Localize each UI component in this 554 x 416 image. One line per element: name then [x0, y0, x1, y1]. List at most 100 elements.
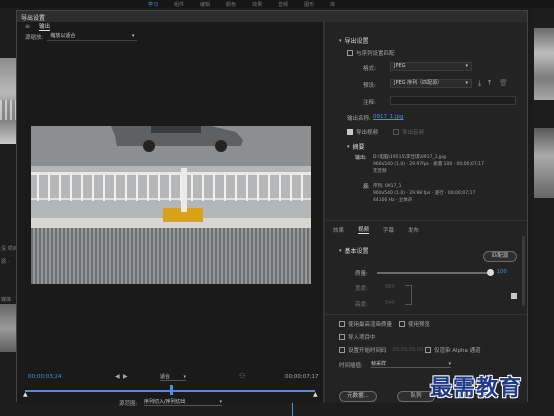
- tab-captions[interactable]: 字幕: [383, 226, 394, 234]
- match-sequence-checkbox[interactable]: [347, 50, 353, 56]
- tab-output[interactable]: 输出: [39, 22, 51, 31]
- preview-fence-bars: [31, 175, 311, 201]
- basic-settings-header[interactable]: ▾ 基本设置: [339, 246, 369, 256]
- preview-grate-lines: [31, 228, 311, 284]
- start-timecode-row[interactable]: 设置开始时间码 00;00;00;00: [339, 346, 423, 354]
- settings-scrollbar[interactable]: [522, 236, 525, 306]
- workspace-tab[interactable]: 图形: [304, 1, 314, 8]
- height-value[interactable]: 540: [385, 300, 395, 306]
- metadata-button[interactable]: 元数据...: [339, 391, 377, 402]
- summary-output-line: D:\电脑\19515\李佳琪\0917_1.jpg: [373, 155, 446, 160]
- width-value[interactable]: 960: [385, 284, 395, 290]
- tab-effects[interactable]: 效果: [333, 226, 344, 234]
- output-name-label: 输出名称:: [347, 116, 371, 122]
- aspect-ratio-icon[interactable]: ⚇: [239, 372, 245, 380]
- import-preset-icon[interactable]: ⤒: [488, 79, 491, 88]
- format-label: 格式:: [363, 66, 376, 72]
- timecode-current[interactable]: 00;00;03;24: [28, 374, 62, 380]
- output-name-link[interactable]: 0917_1.jpg: [373, 114, 404, 120]
- size-checkbox[interactable]: [511, 293, 517, 299]
- bg-left-label: 源 ·: [1, 259, 10, 265]
- workspace-tab[interactable]: 颜色: [226, 1, 236, 8]
- match-sequence-row[interactable]: 与序列设置匹配: [347, 49, 395, 57]
- import-project-row[interactable]: 导入项目中: [339, 333, 376, 341]
- time-interp-label: 时间插值:: [339, 363, 363, 369]
- chevron-down-icon: ▾: [219, 398, 222, 405]
- match-source-button[interactable]: 匹配源: [483, 251, 517, 262]
- format-select[interactable]: JPEG ▾: [390, 62, 472, 71]
- source-range-label: 源范围:: [119, 401, 138, 407]
- import-project-checkbox[interactable]: [339, 334, 345, 340]
- export-settings-title: 导出设置: [344, 38, 369, 45]
- summary-output-label: 输出:: [355, 155, 367, 161]
- delete-preset-icon[interactable]: 🗑: [499, 79, 508, 87]
- alpha-only-checkbox[interactable]: [425, 347, 431, 353]
- chevron-down-icon: ▾: [448, 360, 451, 367]
- preview-panel: ≡ 输出 源缩放: 缩放以适合 ▾ 00;00;03;24 ◀ ▶ 适合 ▾ ⚇…: [17, 22, 323, 407]
- tab-video[interactable]: 视频: [358, 225, 370, 234]
- preset-select[interactable]: JPEG 序列（匹配源） ▾: [390, 79, 472, 88]
- start-timecode-value[interactable]: 00;00;00;00: [393, 347, 424, 353]
- workspace-tab[interactable]: 组件: [174, 1, 184, 8]
- quality-slider-track[interactable]: [377, 272, 489, 274]
- workspace-tab[interactable]: 效果: [252, 1, 262, 8]
- export-video-row[interactable]: 导出视频: [347, 128, 378, 136]
- mark-in-icon[interactable]: ◀: [115, 373, 120, 380]
- start-timecode-checkbox[interactable]: [339, 347, 345, 353]
- max-render-checkbox[interactable]: [339, 321, 345, 327]
- export-settings-header[interactable]: ▾ 导出设置: [339, 36, 369, 46]
- dialog-title-bar[interactable]: 导出设置: [17, 11, 527, 22]
- bg-right-thumbnail-2: [534, 128, 554, 198]
- height-label: 高度:: [355, 302, 368, 308]
- bg-right-thumbnail: [534, 28, 554, 100]
- summary-output-line: 960x540 (1.0) · 29.97fps · 质量 100 · 00;0…: [373, 162, 484, 167]
- workspace-tab[interactable]: 学习: [148, 1, 158, 8]
- use-preview-row[interactable]: 使用预览: [399, 320, 430, 328]
- max-render-label: 使用最高渲染质量: [348, 322, 393, 328]
- match-sequence-label: 与序列设置匹配: [356, 51, 395, 57]
- range-end-handle[interactable]: ▲: [313, 391, 318, 398]
- summary-source-line: 960x540 (1.0) · 29.98 fps · 逐行 · 00;00;0…: [373, 191, 476, 196]
- mark-out-icon[interactable]: ▶: [123, 373, 128, 380]
- watermark-logo: 最需教育: [430, 375, 523, 401]
- time-interp-select[interactable]: 帧采样 ▾: [371, 360, 451, 368]
- tab-menu-icon[interactable]: ≡: [25, 23, 30, 30]
- comment-input[interactable]: [390, 96, 516, 105]
- settings-tabs: 效果 视频 字幕 发布: [333, 225, 419, 234]
- quality-label: 质量:: [355, 271, 368, 277]
- quality-slider-thumb[interactable]: [487, 269, 494, 276]
- dialog-title: 导出设置: [21, 15, 46, 22]
- fit-value: 适合: [160, 374, 171, 380]
- comment-label: 注释:: [363, 100, 376, 106]
- chevron-down-icon: ▾: [465, 80, 468, 86]
- chevron-down-icon: ▾: [347, 143, 350, 150]
- export-audio-label: 导出音频: [402, 130, 425, 136]
- format-value: JPEG: [394, 63, 406, 69]
- quality-value[interactable]: 100: [497, 269, 507, 275]
- source-range-select[interactable]: 序列切入/序列切出 ▾: [144, 398, 222, 406]
- app-topbar: 学习 组件 编辑 颜色 效果 音频 图形 库: [0, 0, 554, 8]
- timeline-playhead[interactable]: [170, 385, 173, 395]
- export-audio-row[interactable]: 导出音频: [393, 128, 424, 136]
- workspace-tab[interactable]: 库: [330, 1, 335, 8]
- save-preset-icon[interactable]: ⤓: [478, 79, 481, 88]
- use-preview-checkbox[interactable]: [399, 321, 405, 327]
- timecode-end: 00;00;07;17: [285, 374, 319, 380]
- workspace-tab[interactable]: 编辑: [200, 1, 210, 8]
- summary-header[interactable]: ▾ 摘要: [347, 142, 365, 152]
- chevron-down-icon: ▾: [131, 32, 135, 39]
- max-render-row[interactable]: 使用最高渲染质量: [339, 320, 392, 328]
- tab-publish[interactable]: 发布: [408, 226, 419, 234]
- export-audio-checkbox[interactable]: [393, 129, 399, 135]
- fit-select[interactable]: 适合 ▾: [160, 373, 186, 381]
- summary-source-line: 序列, 0917_1: [373, 184, 402, 189]
- link-dimensions-icon[interactable]: [405, 285, 412, 305]
- chevron-down-icon: ▾: [465, 63, 468, 69]
- range-start-handle[interactable]: ▲: [23, 391, 28, 398]
- workspace-tab[interactable]: 音频: [278, 1, 288, 8]
- source-scale-select[interactable]: 缩放以适合 ▾: [47, 32, 138, 41]
- basic-settings-title: 基本设置: [344, 248, 369, 255]
- use-preview-label: 使用预览: [408, 322, 431, 328]
- export-video-checkbox[interactable]: [347, 129, 353, 135]
- alpha-only-row[interactable]: 仅渲染 Alpha 通道: [425, 346, 481, 354]
